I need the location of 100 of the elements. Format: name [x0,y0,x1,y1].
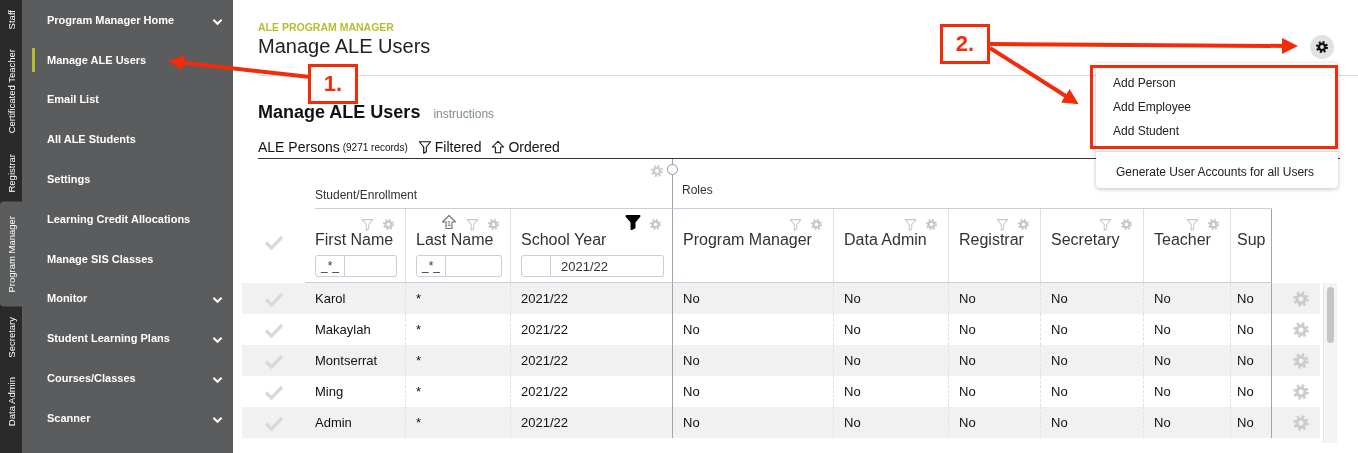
row-checkmark[interactable] [263,321,284,338]
gear-icon[interactable] [1292,413,1310,432]
table-cell: No [1051,291,1068,306]
column-header[interactable]: School Year [511,231,672,249]
side-tab[interactable]: Program Manager [0,202,22,307]
gear-icon[interactable] [1292,351,1310,370]
table-cell: Ming [315,384,344,399]
gear-icon[interactable] [1292,382,1310,401]
side-tab[interactable]: Secretary [0,306,22,368]
row-checkmark[interactable] [263,414,284,431]
gear-icon[interactable] [649,217,662,230]
gear-icon[interactable] [1120,217,1133,230]
table-cell: Makaylah [315,322,371,337]
chevron-down-icon[interactable] [212,334,223,343]
instructions-link[interactable]: instructions [433,107,495,121]
side-tab[interactable]: Data Admin [0,367,22,437]
table-cell: No [844,384,861,399]
table-cell: * [416,415,422,430]
table-cell: Karol [315,291,346,306]
menu-item[interactable]: Add Student [1093,119,1200,143]
scrollbar[interactable] [1323,283,1337,443]
gear-icon[interactable] [1017,217,1030,230]
table-cell: No [844,291,861,306]
sidebar-item[interactable]: Courses/Classes [47,372,212,385]
table-cell: No [959,291,976,306]
page-eyebrow: ALE PROGRAM MANAGER [258,21,394,33]
table-cell: 2021/22 [521,353,568,368]
table-cell: No [1154,384,1171,399]
table-cell: * [416,353,422,368]
row-checkmark[interactable] [263,352,284,369]
filter-input[interactable]: 2021/22 [551,255,664,277]
list-title: ALE Persons [258,139,340,155]
row-checkmark[interactable] [263,383,284,400]
sidebar-item[interactable]: Scanner [47,411,212,424]
sidebar-item[interactable]: Program Manager Home [47,13,212,26]
select-all-checkmark[interactable] [263,234,284,250]
table-cell: No [1154,322,1171,337]
sidebar-item[interactable]: Settings [47,173,223,186]
sort-rank-indicator[interactable]: 1 [440,214,458,230]
row-checkmark[interactable] [263,290,284,307]
chevron-down-icon[interactable] [212,294,223,303]
column-group-header: Student/Enrollment [315,188,418,202]
table-cell: 2021/22 [521,291,568,306]
settings-button[interactable] [1310,35,1334,59]
filter-input[interactable] [345,255,397,277]
section-title: Manage ALE Users [258,102,421,123]
side-tab[interactable]: Registrar [0,143,22,203]
gear-icon[interactable] [1207,217,1220,230]
gear-icon[interactable] [1292,289,1310,308]
gear-icon[interactable] [1292,320,1310,339]
menu-item[interactable]: Generate User Accounts for all Users [1096,160,1335,184]
menu-item[interactable]: Add Employee [1093,95,1212,119]
filter-icon[interactable] [625,214,641,230]
table-cell: No [1237,384,1254,399]
table-cell: No [683,291,700,306]
resize-handle[interactable] [667,164,678,175]
column-header[interactable]: First Name [305,231,405,249]
table-cell: 2021/22 [521,415,568,430]
sidebar-item[interactable]: Monitor [47,292,212,305]
table-cell: No [1051,353,1068,368]
table-cell: No [1237,291,1254,306]
table-cell: No [959,415,976,430]
menu-item[interactable]: Add Person [1093,71,1196,95]
table-cell: No [1051,415,1068,430]
table-cell: No [1051,384,1068,399]
table-cell: No [1154,415,1171,430]
table-cell: No [844,353,861,368]
sidebar-item[interactable]: Learning Credit Allocations [47,212,223,225]
table-cell: 2021/22 [521,322,568,337]
side-tab[interactable]: Certificated Teacher [0,39,22,144]
gear-icon[interactable] [925,217,938,230]
sidebar-item[interactable]: All ALE Students [47,133,223,146]
table-cell: No [1237,353,1254,368]
filtered-label: Filtered [434,139,482,155]
callout-label: 2. [940,24,990,64]
filter-icon[interactable] [417,140,432,154]
column-header[interactable]: Program Manager [673,231,833,249]
gear-icon[interactable] [650,164,664,178]
gear-icon[interactable] [487,217,500,230]
table-cell: No [959,322,976,337]
column-header[interactable]: Registrar [949,231,1040,249]
sidebar-item[interactable]: Manage ALE Users [47,53,223,66]
column-header[interactable]: Last Name [406,231,510,249]
column-header[interactable]: Teacher [1144,231,1230,249]
filter-input[interactable] [446,255,502,277]
column-header[interactable]: Secretary [1041,231,1143,249]
sort-up-icon[interactable] [491,140,506,154]
chevron-down-icon[interactable] [212,374,223,383]
side-tab[interactable]: Staff [0,0,22,40]
sidebar-item[interactable]: Student Learning Plans [47,332,212,345]
page-title: Manage ALE Users [258,35,431,58]
table-cell: Admin [315,415,352,430]
table-cell: No [844,415,861,430]
gear-icon[interactable] [810,217,823,230]
column-group-header: Roles [682,182,713,197]
sidebar-item[interactable]: Email List [47,93,223,106]
column-header[interactable]: Data Admin [834,231,948,249]
sidebar-item[interactable]: Manage SIS Classes [47,252,223,265]
table-cell: No [1051,322,1068,337]
gear-icon[interactable] [382,217,395,230]
